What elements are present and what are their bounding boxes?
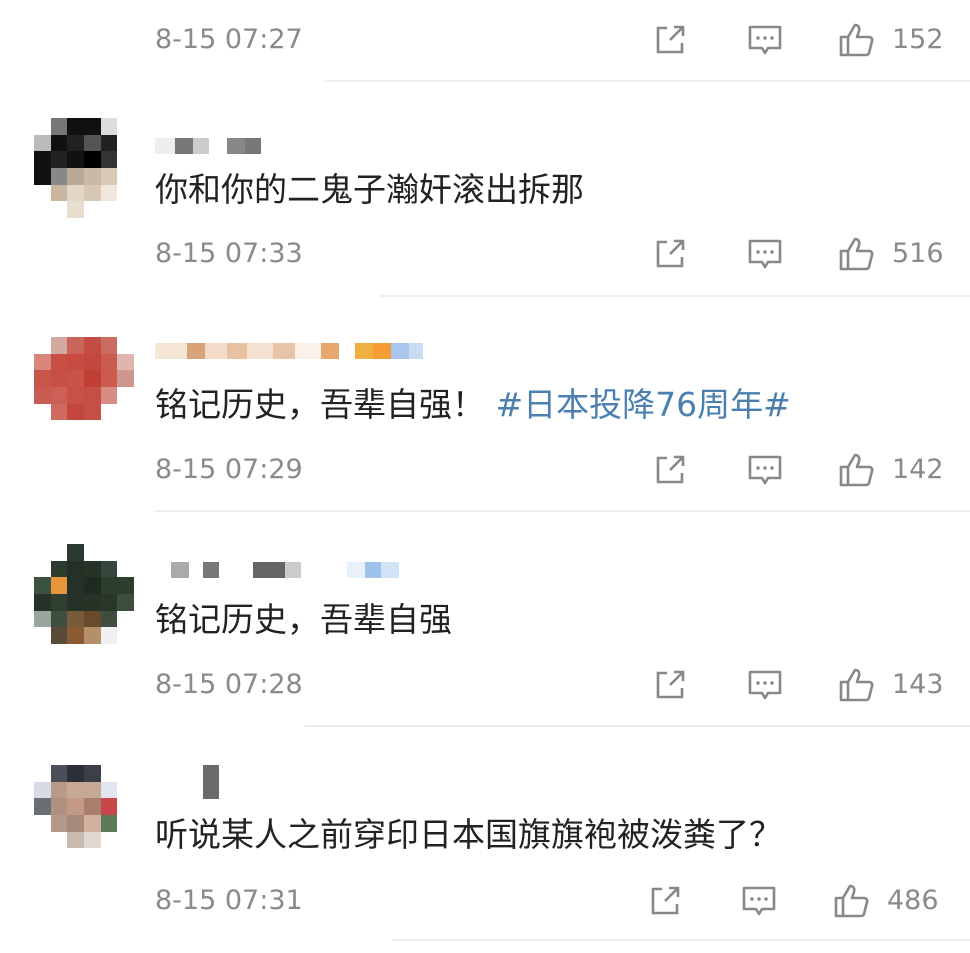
comment-button[interactable] (745, 234, 785, 274)
share-icon (651, 886, 680, 915)
comment-button[interactable] (739, 881, 779, 921)
avatar (34, 544, 134, 644)
comment-item: 铭记历史，吾辈自强！ #日本投降76周年# 8-15 07:29 142 (0, 297, 970, 512)
share-button[interactable] (650, 20, 690, 60)
divider (392, 939, 970, 941)
like-count: 516 (892, 238, 944, 269)
like-button[interactable] (837, 665, 877, 705)
comment-meta: 8-15 07:28 143 (155, 665, 945, 705)
username-redacted (155, 765, 219, 799)
share-button[interactable] (650, 665, 690, 705)
like-button[interactable] (837, 234, 877, 274)
comment-button[interactable] (745, 20, 785, 60)
avatar (34, 765, 134, 865)
avatar (34, 337, 134, 437)
comment-meta: 8-15 07:33 516 (155, 234, 945, 274)
comment-item: 铭记历史，吾辈自强 8-15 07:28 143 (0, 512, 970, 727)
share-icon (656, 670, 685, 699)
username-redacted (155, 136, 261, 156)
like-count: 152 (892, 24, 944, 55)
comment-text: 听说某人之前穿印日本国旗旗袍被泼粪了？ (155, 815, 782, 854)
comment-time: 8-15 07:28 (155, 669, 303, 700)
like-button[interactable] (837, 20, 877, 60)
comment-item: 8-15 07:27 152 (0, 0, 970, 82)
comment-icon (748, 455, 782, 485)
thumbs-up-icon (839, 668, 874, 702)
like-button[interactable] (837, 450, 877, 490)
thumbs-up-icon (839, 453, 874, 487)
like-count: 142 (892, 454, 944, 485)
like-count: 143 (892, 669, 944, 700)
comment-text: 铭记历史，吾辈自强 (155, 600, 452, 639)
comment-item: 听说某人之前穿印日本国旗旗袍被泼粪了？ 8-15 07:31 486 (0, 727, 970, 953)
comment-meta: 8-15 07:31 486 (155, 881, 945, 921)
share-icon (656, 455, 685, 484)
comment-time: 8-15 07:27 (155, 24, 303, 55)
comment-time: 8-15 07:31 (155, 885, 303, 916)
hashtag-link[interactable]: #日本投降76周年# (496, 385, 791, 424)
like-button[interactable] (832, 881, 872, 921)
comment-time: 8-15 07:29 (155, 454, 303, 485)
comment-icon (748, 25, 782, 55)
comment-text: 你和你的二鬼子瀚奸滚出拆那 (155, 170, 584, 209)
thumbs-up-icon (839, 237, 874, 271)
username-redacted (155, 341, 423, 361)
share-icon (656, 25, 685, 54)
comment-button[interactable] (745, 665, 785, 705)
comment-icon (742, 886, 776, 916)
comment-meta: 8-15 07:27 152 (155, 20, 945, 60)
share-button[interactable] (645, 881, 685, 921)
comment-text: 铭记历史，吾辈自强！ #日本投降76周年# (155, 385, 791, 424)
comment-item: 你和你的二鬼子瀚奸滚出拆那 8-15 07:33 516 (0, 82, 970, 297)
share-button[interactable] (650, 234, 690, 274)
thumbs-up-icon (839, 23, 874, 57)
comment-icon (748, 670, 782, 700)
share-icon (656, 239, 685, 268)
comment-icon (748, 239, 782, 269)
avatar (34, 118, 134, 218)
thumbs-up-icon (834, 884, 869, 918)
like-count: 486 (887, 885, 939, 916)
share-button[interactable] (650, 450, 690, 490)
comment-meta: 8-15 07:29 142 (155, 450, 945, 490)
username-redacted (155, 560, 399, 580)
comment-time: 8-15 07:33 (155, 238, 303, 269)
comment-button[interactable] (745, 450, 785, 490)
